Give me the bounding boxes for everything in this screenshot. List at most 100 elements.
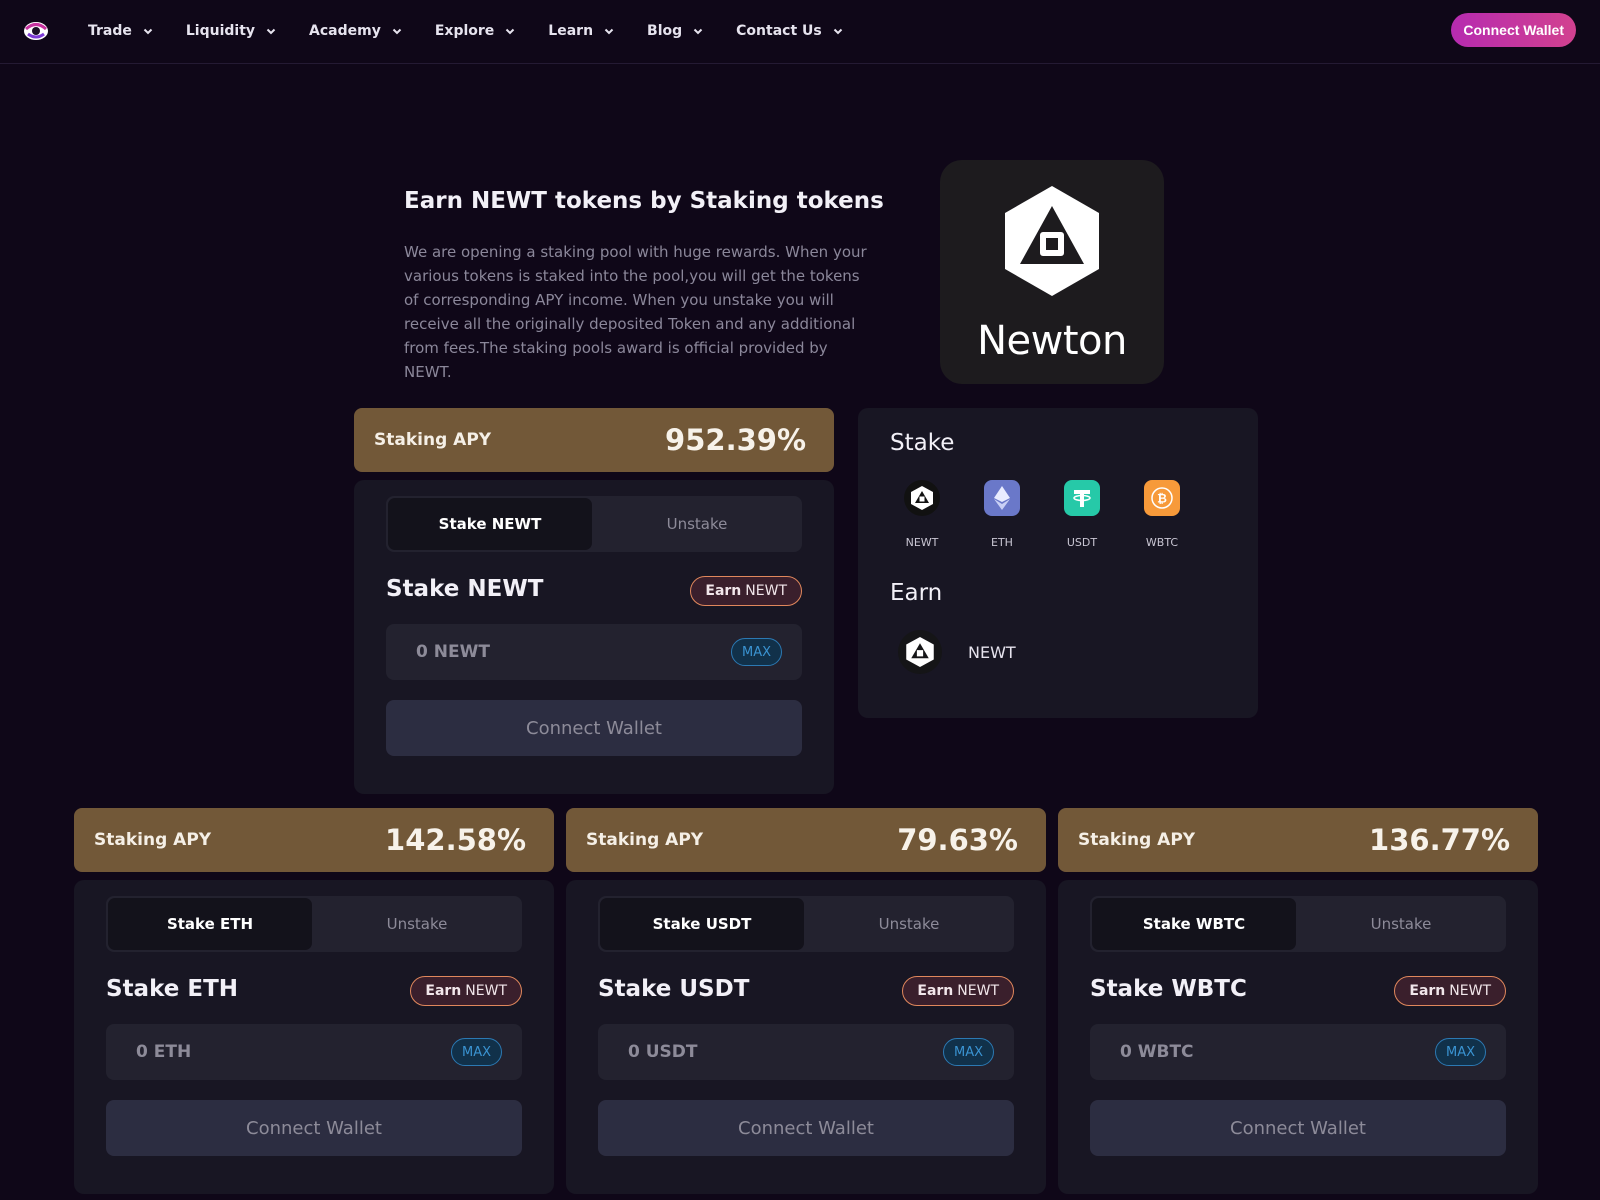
max-button[interactable]: MAX [942,1038,994,1066]
menu-learn[interactable]: Learn [548,23,615,39]
chevron-down-icon [392,28,402,35]
connect-wallet-button[interactable]: Connect Wallet [106,1100,522,1156]
page-title: Earn NEWT tokens by Staking tokens [404,188,884,214]
earn-badge: Earn NEWT [410,976,522,1006]
earn-label: Earn [917,983,954,999]
stake-tabs: Stake USDT Unstake [598,896,1014,952]
chevron-down-icon [693,28,703,35]
token-name: WBTC [1145,536,1179,549]
menu-label: Academy [309,23,381,39]
earn-token-row: NEWT [898,630,1016,674]
top-navbar: Trade Liquidity Academy Explore Learn Bl… [0,0,1600,64]
token-usdt[interactable]: USDT [1052,480,1112,549]
connect-wallet-button[interactable]: Connect Wallet [386,700,802,756]
apy-label: Staking APY [374,430,492,450]
usdt-apy-bar: Staking APY 79.63% [566,808,1046,872]
stake-tabs: Stake WBTC Unstake [1090,896,1506,952]
chevron-down-icon [604,28,614,35]
newt-stake-card: Stake NEWT Unstake Stake NEWT EarnNEWT M… [354,480,834,794]
svg-text:₿: ₿ [1157,492,1167,506]
tab-stake[interactable]: Stake NEWT [388,498,592,550]
newt-logo-icon [1005,186,1099,296]
menu-liquidity[interactable]: Liquidity [186,23,277,39]
menu-label: Contact Us [736,23,822,39]
earn-badge: Earn NEWT [902,976,1014,1006]
amount-input[interactable] [1118,1041,1368,1063]
page-description: We are opening a staking pool with huge … [404,243,867,381]
earn-token-name: NEWT [968,642,1016,662]
token-eth[interactable]: ETH [972,480,1032,549]
earn-badge: Earn NEWT [690,576,802,606]
main-menu: Trade Liquidity Academy Explore Learn Bl… [88,0,876,62]
menu-academy[interactable]: Academy [309,23,403,39]
chevron-down-icon [266,28,276,35]
tab-unstake[interactable]: Unstake [314,898,520,950]
earn-label: Earn [1409,983,1446,999]
tab-unstake[interactable]: Unstake [806,898,1012,950]
amount-input[interactable] [414,641,664,663]
newton-logo: Newton [940,160,1164,384]
tab-stake[interactable]: Stake ETH [108,898,312,950]
eth-icon [984,480,1020,516]
amount-input[interactable] [134,1041,384,1063]
max-button[interactable]: MAX [450,1038,502,1066]
usdt-stake-card: Stake USDT Unstake Stake USDT EarnNEWT M… [566,880,1046,1194]
earn-token: NEWT [465,983,507,999]
apy-label: Staking APY [94,830,212,850]
card-title: Stake USDT [598,976,750,1002]
earn-heading: Earn [890,580,943,606]
connect-wallet-button[interactable]: Connect Wallet [598,1100,1014,1156]
token-wbtc[interactable]: ₿ WBTC [1132,480,1192,549]
eth-stake-card: Stake ETH Unstake Stake ETH EarnNEWT MAX… [74,880,554,1194]
menu-label: Learn [548,23,594,39]
newt-apy-bar: Staking APY 952.39% [354,408,834,472]
amount-field: MAX [386,624,802,680]
menu-contact-us[interactable]: Contact Us [736,23,844,39]
token-name: USDT [1066,536,1098,549]
menu-trade[interactable]: Trade [88,23,154,39]
amount-field: MAX [1090,1024,1506,1080]
newt-icon [898,630,942,674]
stake-tabs: Stake ETH Unstake [106,896,522,952]
amount-input[interactable] [626,1041,876,1063]
max-button[interactable]: MAX [1434,1038,1486,1066]
eth-apy-bar: Staking APY 142.58% [74,808,554,872]
earn-label: Earn [425,983,462,999]
newton-wordmark: Newton [977,318,1127,364]
earn-token: NEWT [745,583,787,599]
earn-token: NEWT [1449,983,1491,999]
apy-label: Staking APY [586,830,704,850]
menu-blog[interactable]: Blog [647,23,704,39]
tab-stake[interactable]: Stake USDT [600,898,804,950]
amount-field: MAX [106,1024,522,1080]
stake-heading: Stake [890,430,955,456]
menu-label: Blog [647,23,683,39]
tab-stake[interactable]: Stake WBTC [1092,898,1296,950]
usdt-icon [1064,480,1100,516]
tab-unstake[interactable]: Unstake [1298,898,1504,950]
token-newt[interactable]: NEWT [892,480,952,549]
card-title: Stake ETH [106,976,239,1002]
apy-value: 142.58% [385,823,526,857]
earn-badge: Earn NEWT [1394,976,1506,1006]
app-logo-icon[interactable] [22,18,50,44]
stake-tabs: Stake NEWT Unstake [386,496,802,552]
menu-label: Explore [434,23,495,39]
wbtc-stake-card: Stake WBTC Unstake Stake WBTC EarnNEWT M… [1058,880,1538,1194]
connect-wallet-button[interactable]: Connect Wallet [1451,13,1576,47]
amount-field: MAX [598,1024,1014,1080]
apy-value: 79.63% [897,823,1018,857]
connect-wallet-button[interactable]: Connect Wallet [1090,1100,1506,1156]
max-button[interactable]: MAX [730,638,782,666]
apy-value: 136.77% [1369,823,1510,857]
card-title: Stake NEWT [386,576,544,602]
earn-label: Earn [705,583,742,599]
menu-explore[interactable]: Explore [435,23,516,39]
apy-label: Staking APY [1078,830,1196,850]
tab-unstake[interactable]: Unstake [594,498,800,550]
earn-token: NEWT [957,983,999,999]
chevron-down-icon [833,28,842,35]
token-name: NEWT [905,536,939,549]
chevron-down-icon [506,28,515,35]
menu-label: Trade [88,23,132,39]
